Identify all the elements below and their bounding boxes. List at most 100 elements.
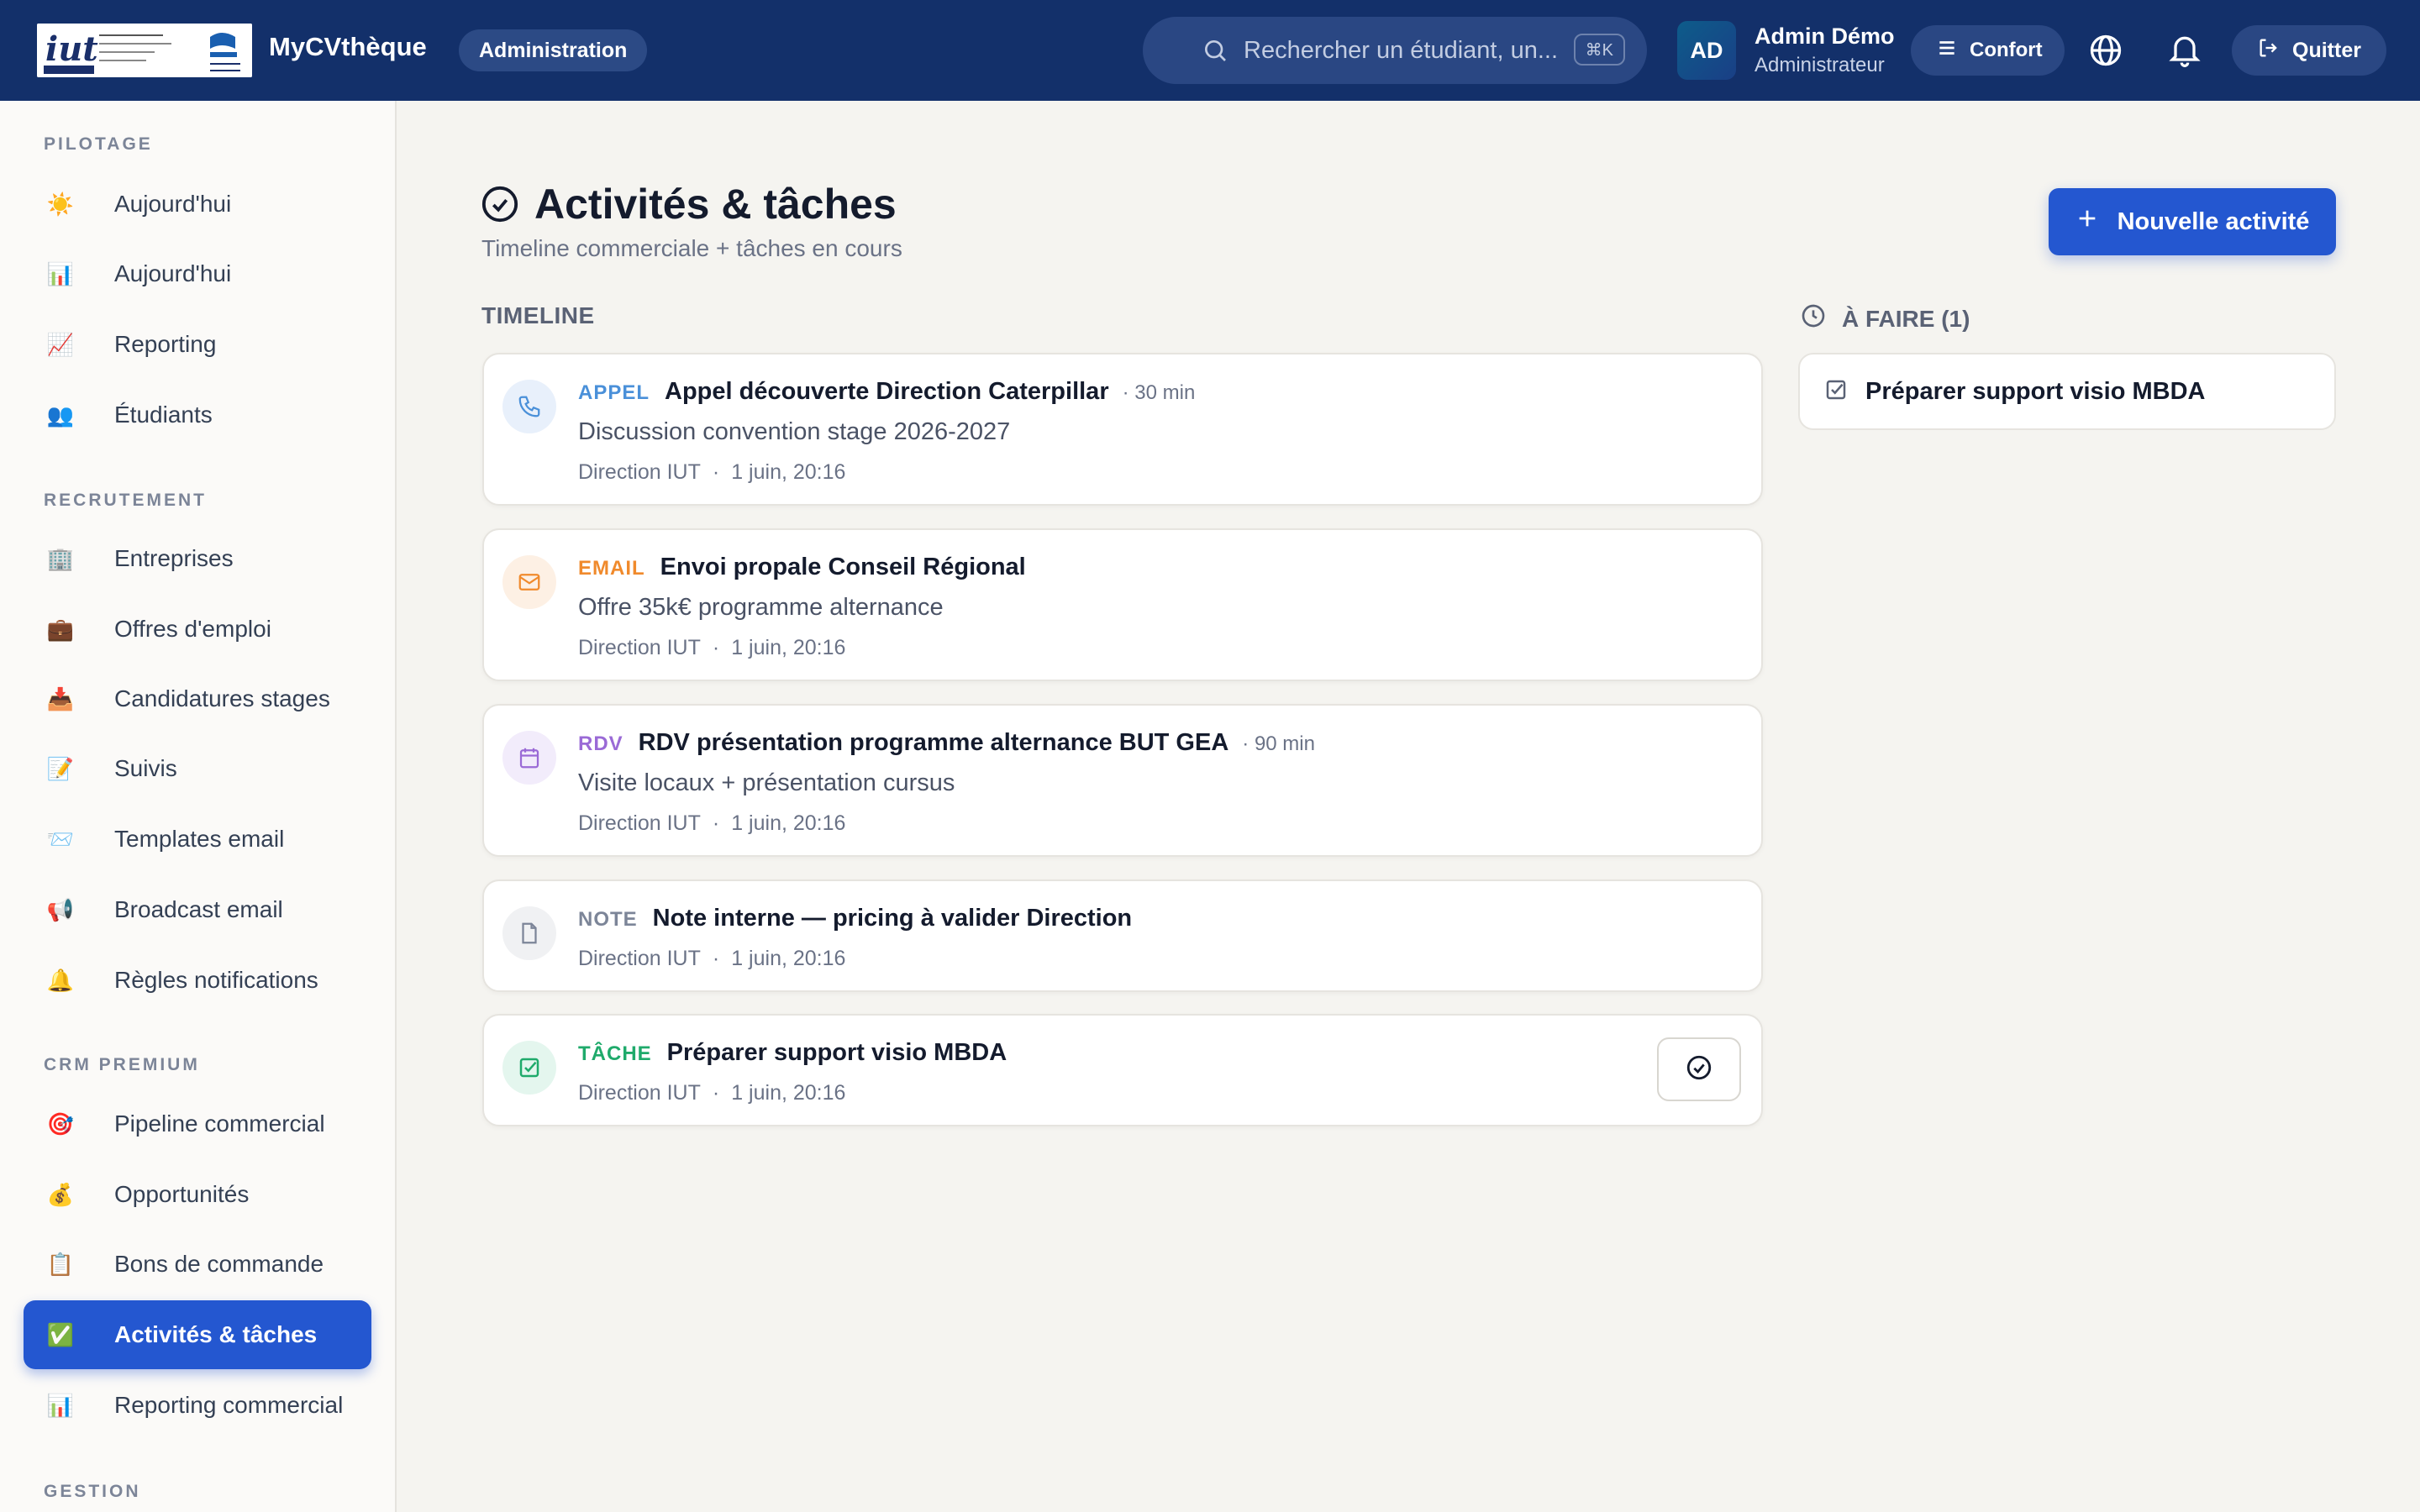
sidebar-item-label: Reporting commercial: [114, 1392, 344, 1418]
sidebar-item-label: Activités & tâches: [114, 1321, 318, 1347]
sidebar: PILOTAGE ☀️ Aujourd'hui 📊 Aujourd'hui 📈 Rep…: [0, 101, 397, 1512]
todo-heading-label: À FAIRE (1): [1842, 305, 1970, 332]
activity-author: Direction IUT: [578, 1081, 701, 1105]
meta-separator: ·: [712, 947, 720, 970]
avatar[interactable]: AD: [1677, 21, 1736, 80]
sidebar-item-regles[interactable]: 🔔 Règles notifications: [24, 946, 371, 1015]
page-title: Activités & tâches: [534, 181, 897, 228]
menu-icon: [1936, 37, 1958, 65]
activity-type: EMAIL: [578, 557, 645, 580]
note-icon: [502, 906, 556, 960]
sidebar-item-label: Suivis: [114, 755, 177, 781]
megaphone-icon: 📢: [46, 896, 75, 922]
sidebar-item-aujourdhui[interactable]: ☀️ Aujourd'hui: [24, 170, 371, 239]
activity-description: Discussion convention stage 2026-2027: [578, 418, 1011, 445]
section-crm-premium: CRM PREMIUM: [44, 1055, 200, 1074]
sidebar-item-label: Pipeline commercial: [114, 1110, 325, 1137]
mail-icon: [502, 555, 556, 609]
activity-title: Préparer support visio MBDA: [666, 1039, 1007, 1066]
search-placeholder[interactable]: Rechercher un étudiant, un...: [1244, 37, 1558, 65]
logout-icon: [2257, 36, 2281, 66]
activity-card[interactable]: TÂCHE Préparer support visio MBDA Direct…: [482, 1014, 1763, 1126]
sidebar-item-suivis[interactable]: 📝 Suivis: [24, 734, 371, 803]
activity-card[interactable]: EMAIL Envoi propale Conseil Régional Off…: [482, 528, 1763, 681]
bell-icon[interactable]: [2166, 30, 2203, 75]
sidebar-item-reporting-commercial[interactable]: 📊 Reporting commercial: [24, 1371, 371, 1440]
activity-description: Visite locaux + présentation cursus: [578, 769, 955, 796]
activity-author: Direction IUT: [578, 460, 701, 484]
search-icon: [1202, 37, 1228, 71]
activity-meta: Direction IUT · 1 juin, 20:16: [578, 636, 845, 660]
iut-logo[interactable]: iut: [37, 24, 252, 77]
clipboard-icon: 📋: [46, 1251, 75, 1277]
activity-meta: Direction IUT · 1 juin, 20:16: [578, 460, 845, 485]
activity-duration: · 30 min: [1122, 381, 1196, 404]
sidebar-item-entreprises[interactable]: 🏢 Entreprises: [24, 524, 371, 593]
meta-separator: ·: [712, 811, 720, 835]
check-circle-icon: [1685, 1053, 1713, 1086]
sidebar-item-aujourdhui-stats[interactable]: 📊 Aujourd'hui: [24, 239, 371, 308]
quit-button[interactable]: Quitter: [2232, 25, 2386, 76]
sidebar-item-label: Entreprises: [114, 545, 234, 571]
global-search[interactable]: Rechercher un étudiant, un... ⌘K: [1143, 17, 1647, 84]
inbox-icon: 📥: [46, 685, 75, 711]
sidebar-item-broadcast[interactable]: 📢 Broadcast email: [24, 875, 371, 944]
memo-icon: 📝: [46, 755, 75, 781]
activity-type: NOTE: [578, 908, 638, 931]
activity-duration: · 90 min: [1242, 732, 1315, 755]
checkbox-icon[interactable]: [1823, 377, 1849, 407]
meta-separator: ·: [712, 636, 720, 659]
new-activity-button[interactable]: Nouvelle activité: [2049, 188, 2336, 255]
trend-chart-icon: 📈: [46, 331, 75, 357]
sidebar-item-label: Reporting: [114, 331, 217, 357]
brand-name[interactable]: MyCVthèque: [269, 32, 427, 62]
sidebar-item-activites[interactable]: ✅ Activités & tâches: [24, 1300, 371, 1369]
activity-card[interactable]: APPEL Appel découverte Direction Caterpi…: [482, 353, 1763, 506]
bell-icon: 🔔: [46, 967, 75, 993]
sidebar-item-label: Offres d'emploi: [114, 616, 271, 642]
sidebar-item-templates[interactable]: 📨 Templates email: [24, 805, 371, 874]
users-icon: 👥: [46, 402, 75, 428]
section-gestion: GESTION: [44, 1482, 141, 1501]
briefcase-icon: 💼: [46, 616, 75, 642]
sidebar-item-label: Règles notifications: [114, 967, 318, 993]
activity-meta: Direction IUT · 1 juin, 20:16: [578, 1081, 845, 1105]
activity-date: 1 juin, 20:16: [731, 636, 846, 659]
sidebar-item-reporting[interactable]: 📈 Reporting: [24, 310, 371, 379]
activity-card[interactable]: RDV RDV présentation programme alternanc…: [482, 704, 1763, 857]
calendar-icon: [502, 731, 556, 785]
sidebar-item-offres[interactable]: 💼 Offres d'emploi: [24, 595, 371, 664]
sidebar-item-etudiants[interactable]: 👥 Étudiants: [24, 381, 371, 449]
check-circle-icon: [481, 185, 519, 228]
quit-label: Quitter: [2292, 38, 2361, 62]
activity-title: Appel découverte Direction Caterpillar: [665, 378, 1109, 405]
activity-author: Direction IUT: [578, 947, 701, 970]
target-icon: 🎯: [46, 1110, 75, 1137]
activity-card[interactable]: NOTE Note interne — pricing à valider Di…: [482, 879, 1763, 992]
activity-type: APPEL: [578, 381, 650, 404]
activity-author: Direction IUT: [578, 811, 701, 835]
activity-meta: Direction IUT · 1 juin, 20:16: [578, 811, 845, 836]
sidebar-item-bons[interactable]: 📋 Bons de commande: [24, 1230, 371, 1299]
plus-icon: [2075, 207, 2099, 237]
sidebar-item-label: Broadcast email: [114, 896, 283, 922]
sidebar-item-pipeline[interactable]: 🎯 Pipeline commercial: [24, 1089, 371, 1158]
timeline-heading: TIMELINE: [481, 302, 595, 328]
section-pilotage: PILOTAGE: [44, 134, 153, 154]
sidebar-item-label: Opportunités: [114, 1181, 250, 1207]
activity-description: Offre 35k€ programme alternance: [578, 594, 944, 621]
page-subtitle: Timeline commerciale + tâches en cours: [481, 235, 902, 261]
sidebar-item-label: Aujourd'hui: [114, 260, 232, 286]
sidebar-item-label: Bons de commande: [114, 1251, 324, 1277]
sidebar-item-label: Aujourd'hui: [114, 191, 232, 217]
complete-task-button[interactable]: [1657, 1037, 1741, 1101]
admin-badge[interactable]: Administration: [459, 29, 648, 71]
todo-item[interactable]: Préparer support visio MBDA: [1798, 353, 2336, 430]
globe-icon[interactable]: [2087, 32, 2124, 73]
bar-chart-icon: 📊: [46, 260, 75, 286]
confort-button[interactable]: Confort: [1911, 25, 2065, 76]
confort-label: Confort: [1970, 39, 2043, 61]
sidebar-item-candidatures[interactable]: 📥 Candidatures stages: [24, 664, 371, 733]
activity-type: TÂCHE: [578, 1042, 652, 1065]
sidebar-item-opportunites[interactable]: 💰 Opportunités: [24, 1160, 371, 1229]
